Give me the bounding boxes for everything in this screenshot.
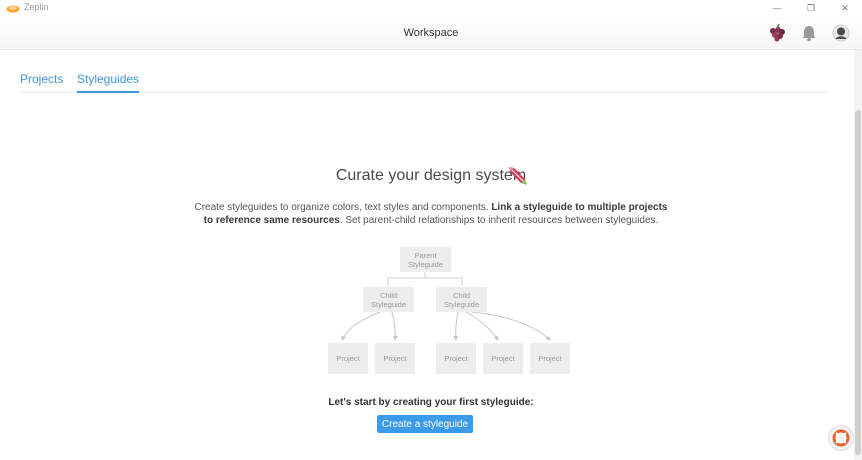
node-label-line: Child: [379, 290, 398, 300]
parent-styleguide-node: Parent Styleguide: [400, 247, 451, 272]
zeplin-logo-icon: [6, 5, 20, 13]
styleguide-hierarchy-diagram: Parent Styleguide Child Styleguide Child St…: [320, 240, 580, 380]
project-node: Project: [530, 343, 570, 374]
app-header: Workspace: [0, 16, 862, 50]
notification-bell-icon[interactable]: [798, 22, 820, 44]
tab-projects[interactable]: Projects: [20, 72, 63, 93]
child-styleguide-node-right: Child Styleguide: [436, 287, 487, 312]
node-label-line: Child: [452, 290, 471, 300]
user-avatar-icon[interactable]: [830, 22, 852, 44]
child-styleguide-node-left: Child Styleguide: [363, 287, 414, 312]
project-node: Project: [436, 343, 476, 374]
node-label-line: Styleguide: [407, 259, 444, 269]
cta-prompt: Let's start by creating your first style…: [328, 397, 534, 408]
lifebuoy-icon: [832, 429, 850, 447]
workspace-tabs: Projects Styleguides: [20, 70, 828, 93]
create-styleguide-button[interactable]: Create a styleguide: [377, 415, 473, 433]
avatar-grapes-icon[interactable]: [766, 22, 788, 44]
tab-styleguides[interactable]: Styleguides: [77, 72, 140, 93]
page-title: Workspace: [403, 27, 459, 39]
node-label-line: Parent: [414, 250, 437, 260]
close-button[interactable]: ✕: [828, 0, 862, 16]
project-node: Project: [375, 343, 415, 374]
help-button[interactable]: [828, 425, 854, 451]
node-label-line: Styleguide: [443, 299, 480, 309]
project-node: Project: [328, 343, 368, 374]
node-label-line: Styleguide: [370, 299, 407, 309]
header-icons: [766, 22, 852, 44]
empty-state-description: Create styleguides to organize colors, t…: [190, 201, 672, 227]
description-text: Create styleguides to organize colors, t…: [194, 202, 492, 213]
window-controls: — ❐ ✕: [760, 0, 862, 16]
empty-state-heading: Curate your design system: [335, 167, 527, 184]
minimize-button[interactable]: —: [760, 0, 794, 16]
project-node: Project: [483, 343, 523, 374]
app-title: Zeplin: [24, 2, 49, 12]
window-title-bar: Zeplin — ❐ ✕: [0, 0, 862, 16]
restore-button[interactable]: ❐: [794, 0, 828, 16]
description-text-end: . Set parent-child relationships to inhe…: [339, 215, 659, 226]
pencil-icon: [509, 167, 527, 185]
